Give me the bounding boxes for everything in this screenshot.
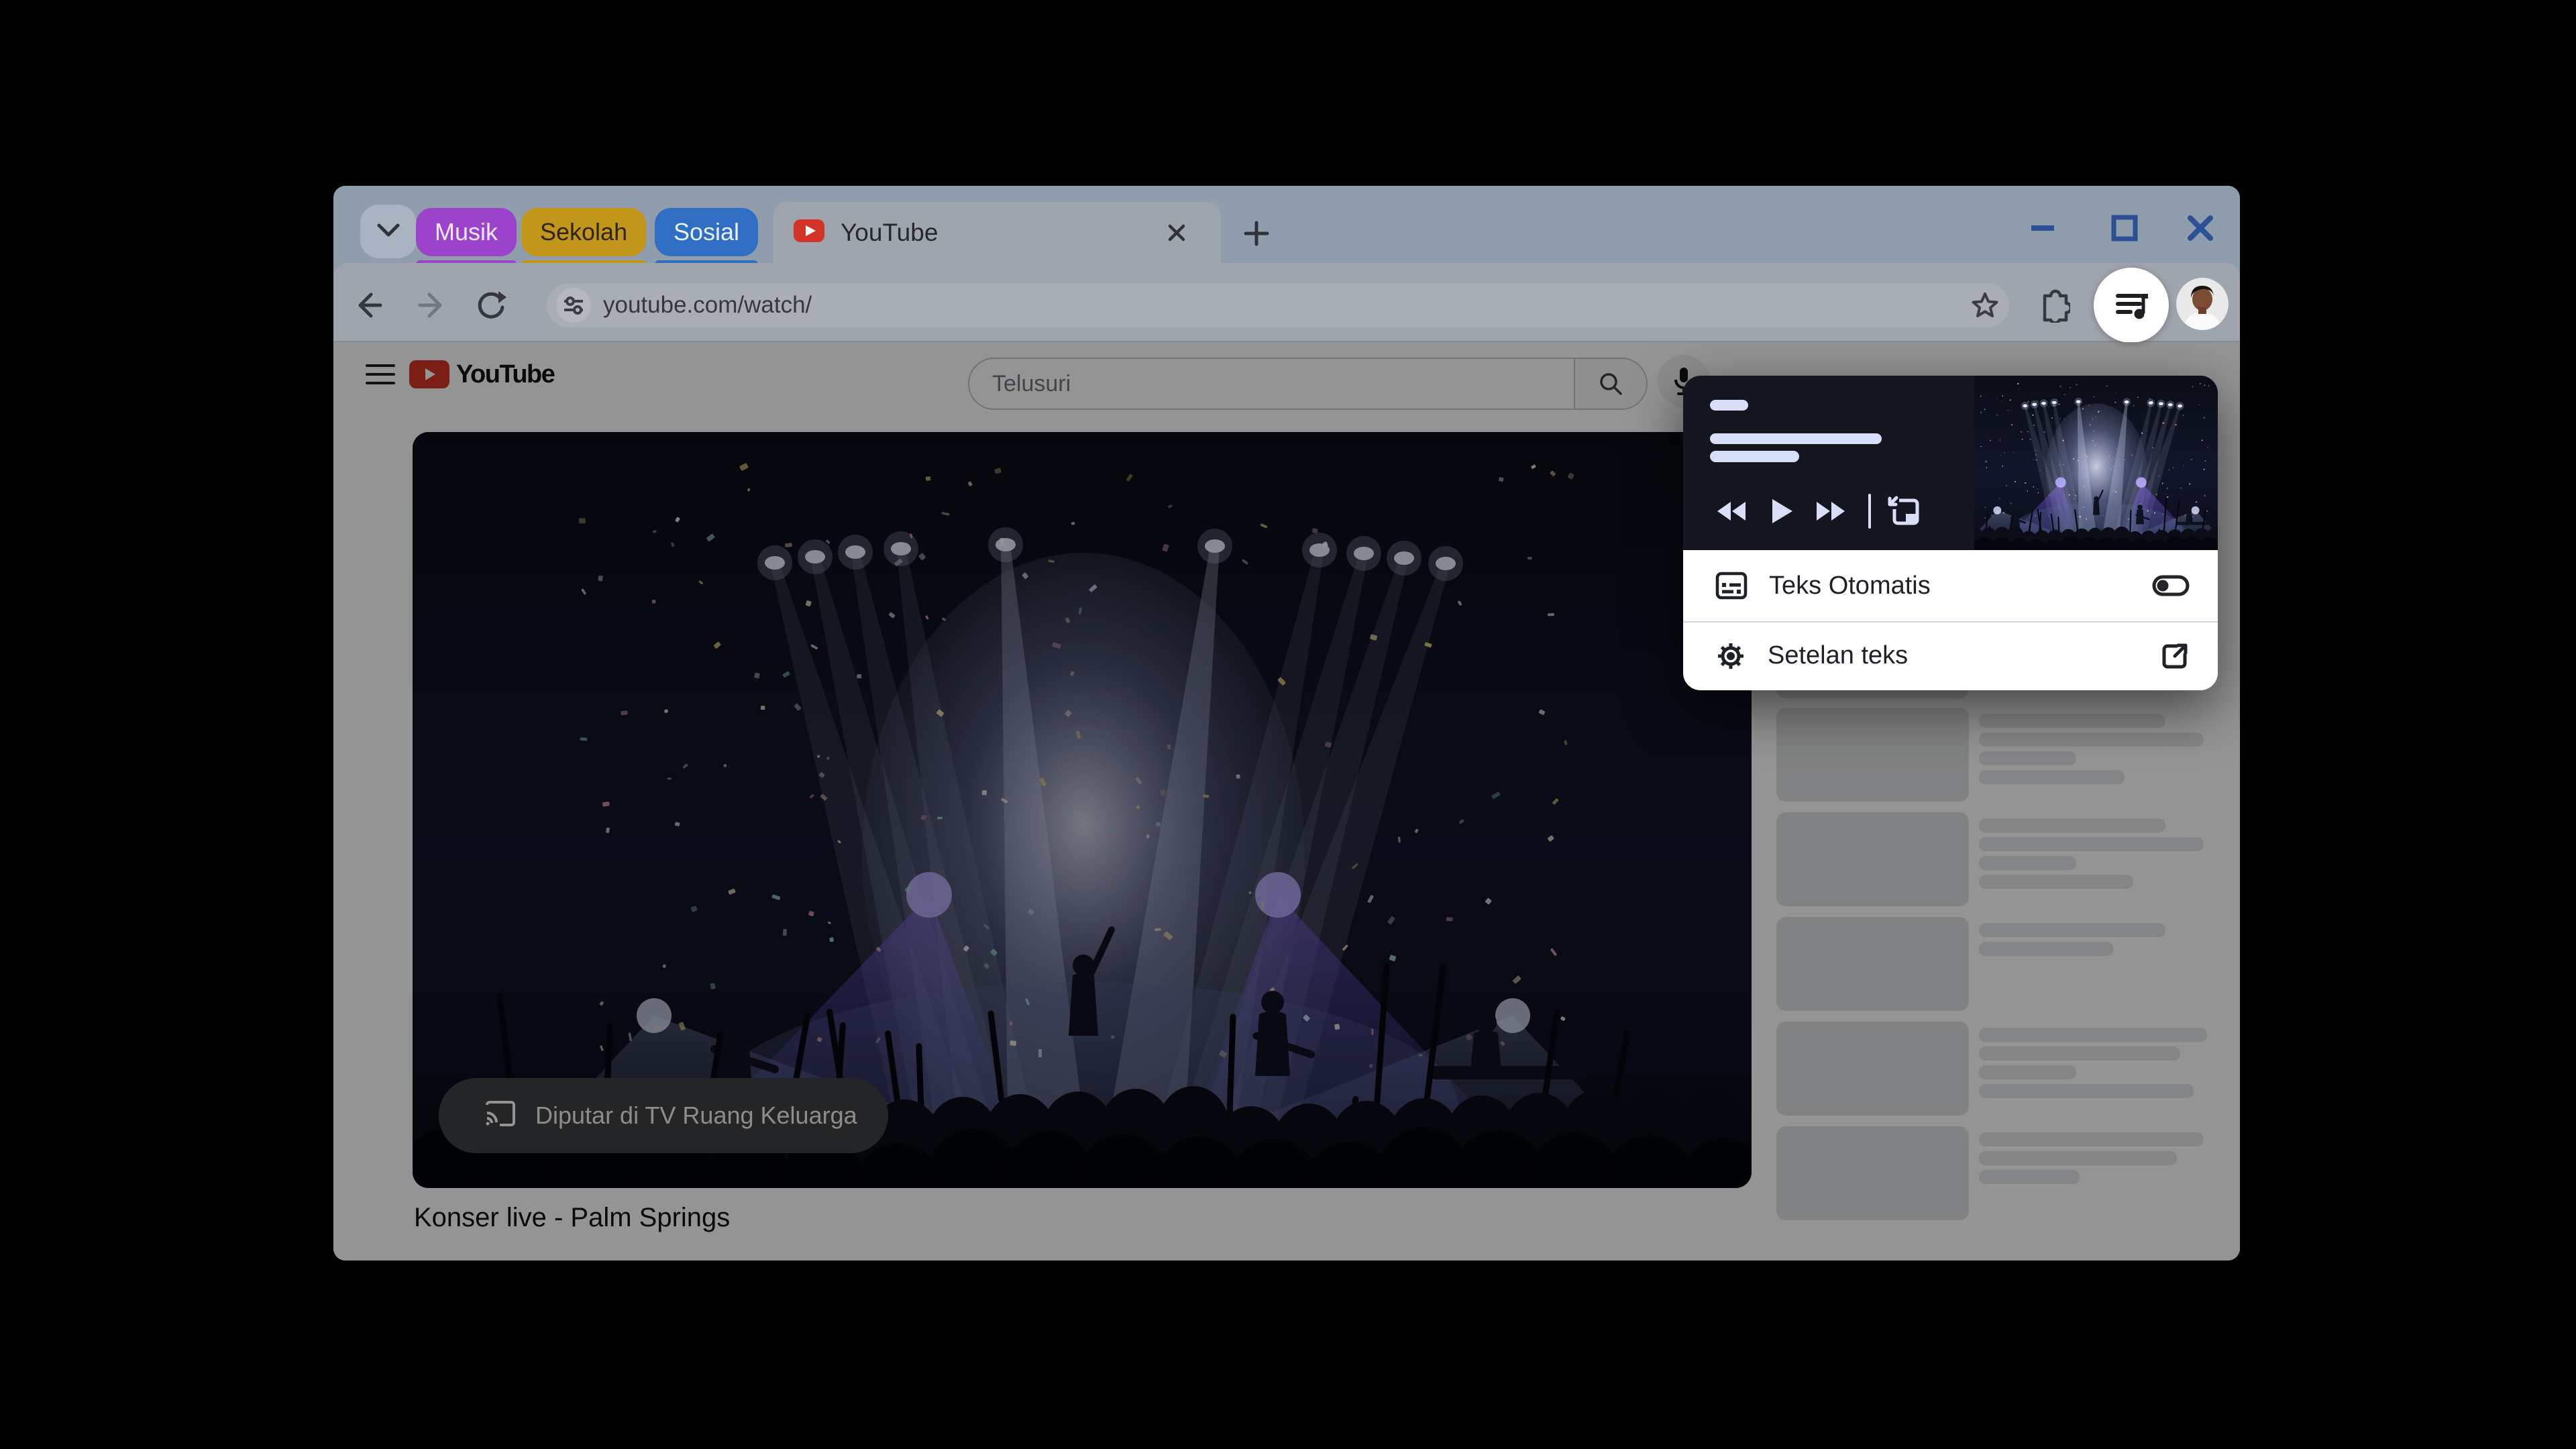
tab-strip: Musik Sekolah Sosial YouTube xyxy=(333,186,2240,268)
close-button[interactable] xyxy=(2183,211,2218,246)
browser-toolbar: youtube.com/watch/ xyxy=(333,263,2240,343)
gear-icon xyxy=(1715,641,1746,672)
menu-item-auto-captions[interactable]: Teks Otomatis xyxy=(1683,550,2218,621)
controls-divider xyxy=(1868,494,1871,529)
youtube-favicon xyxy=(791,213,827,252)
page-content: YouTube Telusuri Diputar di TV Ruang Kel… xyxy=(333,342,2240,1260)
tab-close-icon[interactable] xyxy=(1161,217,1192,248)
media-thumbnail[interactable] xyxy=(1974,376,2218,550)
menu-item-caption-settings[interactable]: Setelan teks xyxy=(1683,623,2218,689)
address-bar[interactable]: youtube.com/watch/ xyxy=(547,283,2009,327)
reload-button[interactable] xyxy=(473,288,508,323)
picture-in-picture-button[interactable] xyxy=(1886,494,1922,529)
play-button[interactable] xyxy=(1764,494,1800,529)
tab-youtube[interactable]: YouTube xyxy=(773,202,1221,263)
tab-group-label: Sosial xyxy=(674,218,740,246)
media-text-placeholder xyxy=(1710,451,1799,462)
minimize-button[interactable] xyxy=(2025,211,2060,246)
tab-title: YouTube xyxy=(841,218,938,246)
chevron-down-icon xyxy=(376,223,400,241)
tab-group-label: Musik xyxy=(435,218,498,246)
media-session-card xyxy=(1683,376,2218,550)
profile-avatar[interactable] xyxy=(2176,278,2229,330)
next-track-button[interactable] xyxy=(1813,494,1849,529)
toggle-off-icon xyxy=(2152,575,2190,596)
tab-group-label: Sekolah xyxy=(540,218,628,246)
media-text-placeholder xyxy=(1710,433,1882,444)
bookmark-icon[interactable] xyxy=(1970,290,2000,320)
media-controls-popup: Teks Otomatis Setelan teks xyxy=(1683,376,2218,690)
concert-art xyxy=(1974,376,2218,550)
auto-captions-toggle[interactable] xyxy=(2152,575,2190,596)
tab-group-sosial[interactable]: Sosial xyxy=(655,208,759,256)
browser-window: Musik Sekolah Sosial YouTube youtube.com… xyxy=(333,186,2240,1260)
queue-music-icon xyxy=(2112,284,2151,327)
extensions-icon[interactable] xyxy=(2035,288,2070,323)
menu-item-label: Teks Otomatis xyxy=(1769,571,1931,600)
maximize-button[interactable] xyxy=(2107,211,2142,246)
url-text: youtube.com/watch/ xyxy=(603,292,812,318)
media-title-placeholder xyxy=(1710,400,1748,411)
forward-button[interactable] xyxy=(415,288,449,323)
tab-group-musik[interactable]: Musik xyxy=(416,208,517,256)
tab-search-button[interactable] xyxy=(360,205,417,258)
open-in-new-icon[interactable] xyxy=(2160,641,2190,671)
media-controls-button[interactable] xyxy=(2094,268,2169,343)
back-button[interactable] xyxy=(351,288,386,323)
site-settings-icon[interactable] xyxy=(556,288,591,323)
new-tab-button[interactable] xyxy=(1238,215,1275,252)
subtitles-icon xyxy=(1715,572,1748,600)
menu-item-label: Setelan teks xyxy=(1768,641,1909,669)
tab-group-sekolah[interactable]: Sekolah xyxy=(521,208,647,256)
previous-track-button[interactable] xyxy=(1713,494,1749,529)
